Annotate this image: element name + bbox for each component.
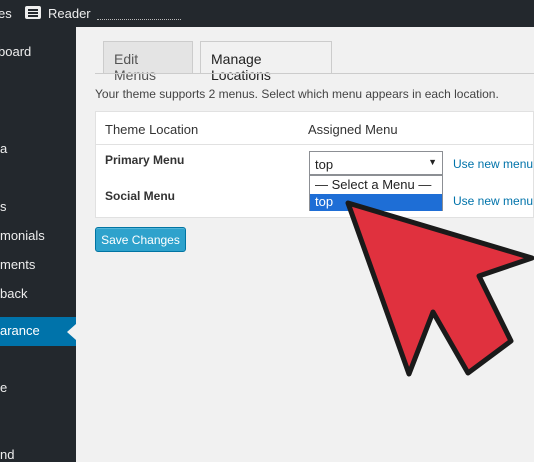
- annotation-arrow-icon: [345, 200, 534, 377]
